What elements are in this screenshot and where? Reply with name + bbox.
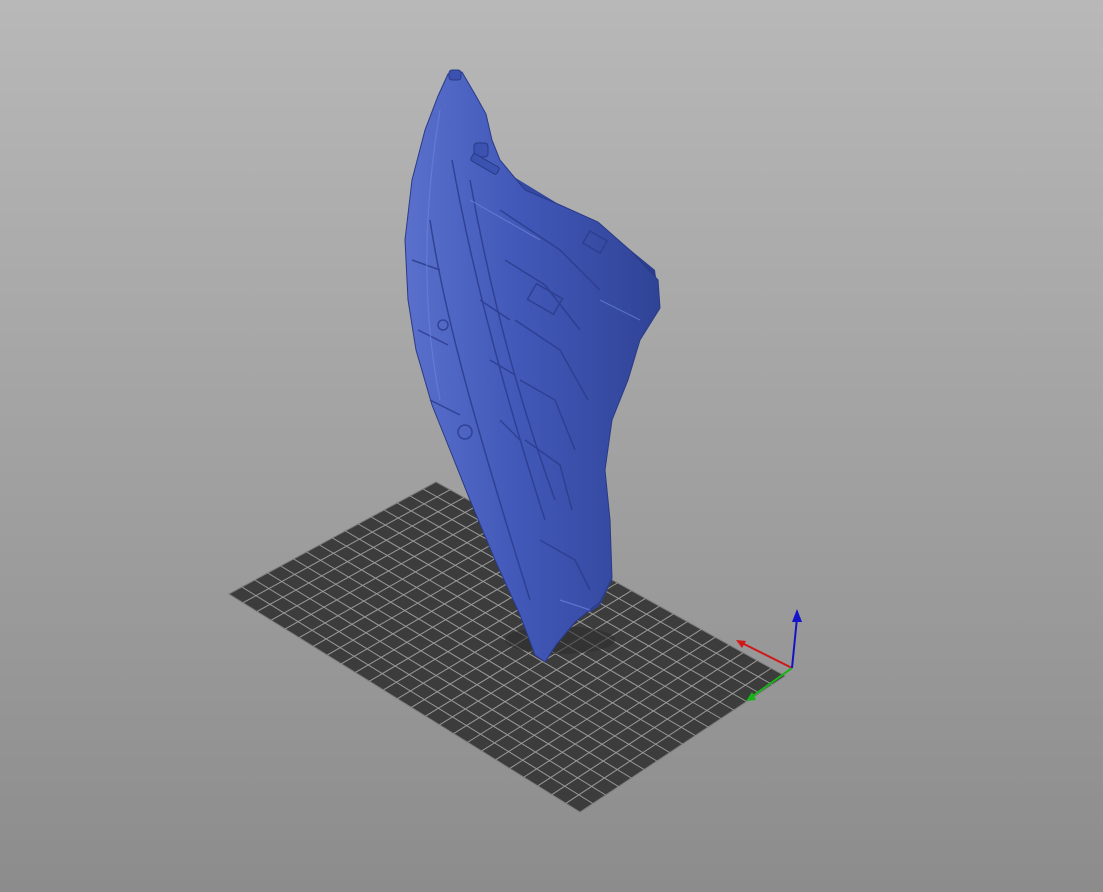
z-axis-line (791, 617, 798, 669)
3d-viewport[interactable] (0, 0, 1103, 892)
z-axis-arrow (792, 609, 802, 622)
scene-canvas[interactable] (0, 0, 1103, 892)
